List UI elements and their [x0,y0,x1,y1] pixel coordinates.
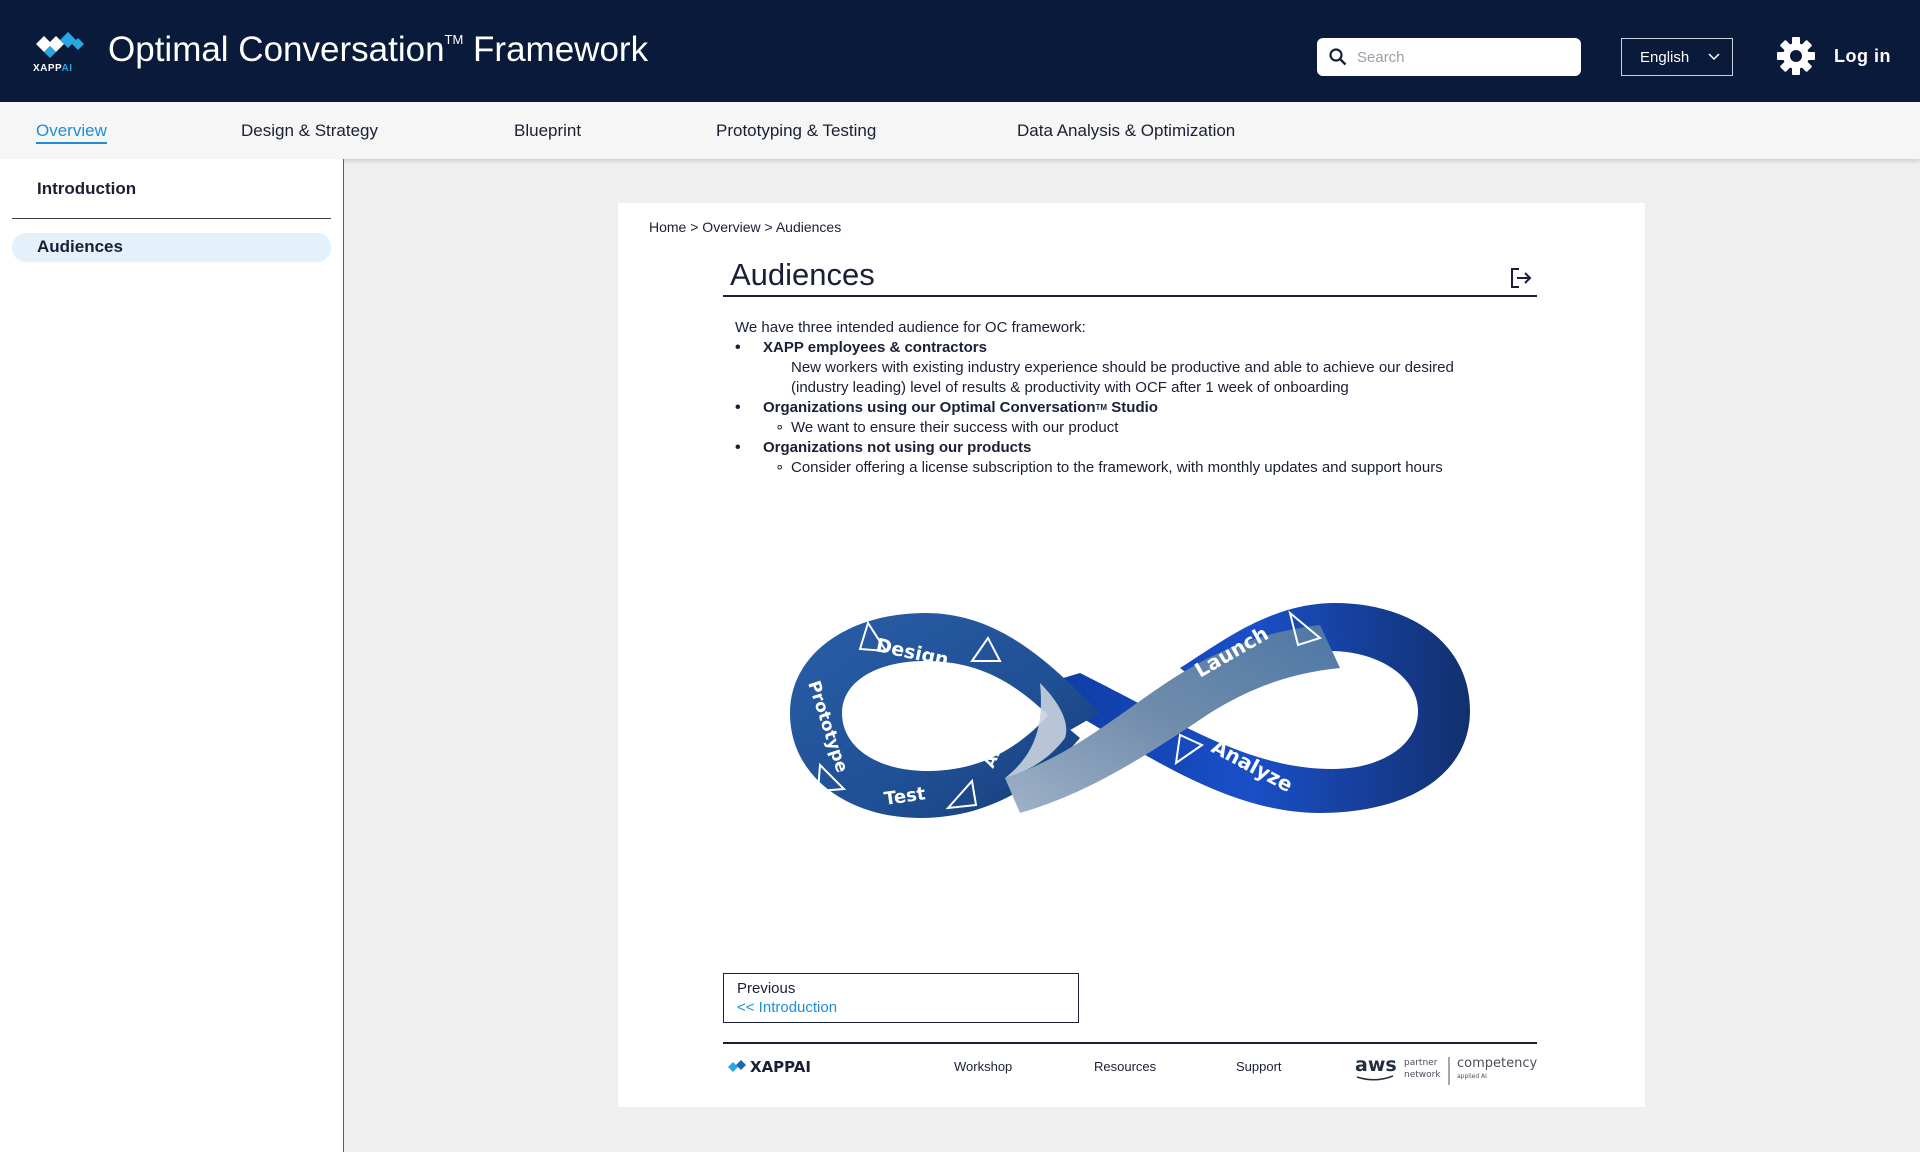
gear-icon[interactable] [1776,36,1816,76]
chevron-down-icon [1708,53,1720,61]
audience-name: Organizations not using our products [735,438,1475,458]
exit-icon[interactable] [1509,267,1533,289]
language-select[interactable]: English [1621,38,1733,76]
app-header: XAPPAI Optimal ConversationTM Framework … [0,0,1920,102]
competency-sub-text: applied AI [1457,1073,1487,1080]
sidebar: Introduction Audiences [0,159,344,1152]
previous-page-box[interactable]: Previous << Introduction [723,973,1079,1023]
content-card: Home > Overview > Audiences Audiences We… [618,203,1645,1107]
title-divider [723,295,1537,297]
breadcrumb[interactable]: Home > Overview > Audiences [649,219,841,235]
footer-logo[interactable]: XAPPAI [726,1056,836,1083]
sidebar-divider [12,218,331,219]
aws-partner-badge: aws partner network competency applied A… [1355,1054,1537,1085]
audience-name: Organizations using our Optimal Conversa… [735,398,1475,418]
footer-divider [723,1042,1537,1044]
audience-detail: We want to ensure their success with our… [735,418,1475,438]
aws-network-text: network [1404,1070,1441,1080]
logo-text: XAPPAI [33,63,73,74]
footer-link-resources[interactable]: Resources [1094,1059,1156,1074]
audience-list: We have three intended audience for OC f… [735,318,1475,478]
language-label: English [1640,49,1690,66]
search-box[interactable] [1317,38,1581,76]
sidebar-item-introduction[interactable]: Introduction [37,179,136,199]
login-button[interactable]: Log in [1834,46,1891,67]
footer-link-support[interactable]: Support [1236,1059,1282,1074]
tab-blueprint[interactable]: Blueprint [514,121,581,141]
tab-design-strategy[interactable]: Design & Strategy [241,121,378,141]
tab-data-analysis[interactable]: Data Analysis & Optimization [1017,121,1235,141]
sidebar-item-audiences[interactable]: Audiences [37,237,123,257]
app-title: Optimal ConversationTM Framework [108,30,649,69]
intro-text: We have three intended audience for OC f… [735,319,1086,336]
tab-overview[interactable]: Overview [36,121,107,144]
audience-detail: New workers with existing industry exper… [791,359,1454,396]
audience-detail: Consider offering a license subscription… [735,458,1475,478]
footer-logo-text: XAPPAI [750,1058,811,1076]
previous-link[interactable]: << Introduction [737,999,837,1016]
aws-wordmark: aws [1355,1054,1397,1076]
infinity-lifecycle-diagram: Design Prototype Test Analyze Launch Ana… [790,603,1470,818]
top-nav: Overview Design & Strategy Blueprint Pro… [0,102,1920,159]
footer-link-workshop[interactable]: Workshop [954,1059,1012,1074]
search-input[interactable] [1357,46,1567,68]
aws-partner-text: partner [1404,1058,1438,1068]
audience-name: XAPP employees & contractors [735,338,1475,358]
tab-prototyping-testing[interactable]: Prototyping & Testing [716,121,876,141]
search-icon [1329,48,1347,66]
competency-text: competency [1457,1056,1537,1071]
previous-label: Previous [737,980,796,997]
page-title: Audiences [730,257,875,292]
